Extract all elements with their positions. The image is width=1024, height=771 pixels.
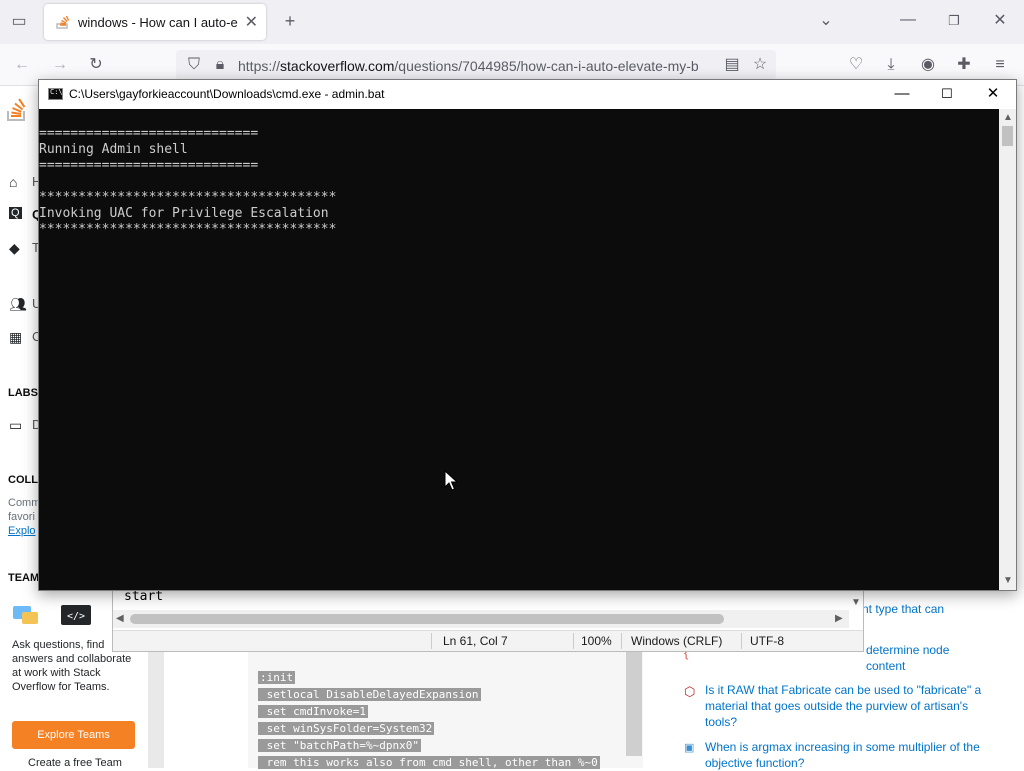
mouse-cursor-icon [444, 470, 458, 491]
code-line: :init [258, 671, 296, 684]
account-icon[interactable]: ◉ [918, 57, 938, 73]
close-tab-icon[interactable]: ✕ [245, 12, 258, 32]
code-line: set cmdInvoke=1 [258, 705, 368, 718]
create-team-link[interactable]: Create a free Team [28, 757, 122, 769]
cursor-position: Ln 61, Col 7 [443, 634, 508, 648]
cmd-scroll-thumb[interactable] [1002, 126, 1013, 146]
console-line: ============================ [39, 158, 259, 173]
pocket-icon[interactable]: ♡ [846, 57, 866, 73]
line-ending: Windows (CRLF) [631, 634, 723, 648]
code-scrollbar[interactable] [626, 652, 642, 756]
console-line: Running Admin shell [39, 142, 188, 157]
forward-icon[interactable]: → [50, 57, 70, 73]
scroll-right-icon[interactable]: ▶ [835, 613, 843, 624]
hot-question-link[interactable]: nt type that can [862, 601, 982, 617]
cmd-maximize-icon[interactable]: ☐ [924, 83, 970, 105]
lock-icon[interactable]: 🔒︎ [210, 57, 230, 73]
home-icon[interactable]: ⌂ [9, 174, 17, 190]
url-text[interactable]: https://stackoverflow.com/questions/7044… [238, 58, 708, 74]
sidebar-scrollbar[interactable] [148, 650, 164, 768]
url-domain: stackoverflow.com [280, 58, 395, 74]
code-line: rem this works also from cmd shell, othe… [258, 756, 600, 769]
cmd-app-icon [48, 88, 63, 100]
reload-icon[interactable]: ↻ [86, 57, 106, 73]
collectives-text-2: favori [8, 511, 35, 523]
explore-teams-button[interactable]: Explore Teams [12, 721, 135, 749]
new-tab-icon[interactable]: + [280, 12, 300, 30]
notepad-scroll-thumb[interactable] [130, 614, 724, 624]
cmd-vertical-scrollbar[interactable] [999, 109, 1016, 590]
stackoverflow-logo-icon[interactable] [6, 96, 28, 122]
code-line: setlocal DisableDelayedExpansion [258, 688, 481, 701]
console-line: ============================ [39, 126, 259, 141]
encoding: UTF-8 [750, 634, 784, 648]
scroll-down-icon[interactable]: ▼ [851, 597, 861, 608]
scroll-left-icon[interactable]: ◀ [116, 613, 124, 624]
code-line: set "batchPath=%~dpnx0" [258, 739, 421, 752]
cmd-scroll-down-icon[interactable]: ▼ [1003, 575, 1013, 586]
cmd-close-icon[interactable]: ✕ [970, 83, 1016, 105]
close-icon[interactable]: ✕ [990, 13, 1010, 29]
tab-list-icon[interactable]: ▭ [9, 14, 29, 30]
cmd-scroll-up-icon[interactable]: ▲ [1003, 112, 1013, 123]
cmd-console[interactable] [39, 109, 999, 590]
tab-bar: ▭ windows - How can I auto-eleva ✕ + ⌄ —… [0, 0, 1024, 44]
collectives-text-1: Comm [8, 497, 41, 509]
stackoverflow-favicon-icon [56, 15, 70, 29]
restore-icon[interactable]: ❐ [944, 13, 964, 29]
labs-heading: LABS [8, 387, 38, 399]
console-line: ************************************** [39, 222, 337, 237]
url-scheme: https:// [238, 58, 281, 74]
teams-code-icon: </> [61, 605, 91, 625]
back-icon[interactable]: ← [12, 57, 32, 73]
explore-collectives-link[interactable]: Explo [8, 524, 36, 538]
hot-question-link[interactable]: When is argmax increasing in some multip… [705, 739, 990, 771]
teams-chat-icon [13, 606, 38, 624]
tab-title: windows - How can I auto-eleva [78, 15, 238, 30]
hot-question-link[interactable]: determine node content [866, 642, 986, 674]
cmd-minimize-icon[interactable]: — [879, 83, 925, 105]
teams-heading: TEAM [8, 572, 40, 584]
economics-icon: ▣ [684, 742, 695, 754]
url-bar[interactable]: ⛉ 🔒︎ https://stackoverflow.com/questions… [176, 50, 776, 80]
console-line: Invoking UAC for Privilege Escalation [39, 206, 329, 221]
users-icon[interactable]: 👥︎ [9, 296, 27, 313]
hot-question-link[interactable]: Is it RAW that Fabricate can be used to … [705, 682, 990, 730]
questions-icon[interactable]: Q [9, 207, 22, 219]
menu-icon[interactable]: ≡ [990, 57, 1010, 73]
extensions-icon[interactable]: ✚ [954, 57, 974, 73]
download-icon[interactable]: ⤓ [881, 57, 901, 73]
url-path: /questions/7044985/how-can-i-auto-elevat… [394, 58, 699, 74]
zoom-level: 100% [581, 634, 612, 648]
shield-icon[interactable]: ⛉ [184, 57, 204, 73]
cmd-window-title: C:\Users\gayforkieaccount\Downloads\cmd.… [69, 87, 385, 101]
list-all-tabs-icon[interactable]: ⌄ [816, 13, 836, 29]
discussions-icon[interactable]: ▭ [9, 417, 22, 434]
bookmark-star-icon[interactable]: ☆ [750, 57, 770, 73]
notepad-text[interactable]: start [124, 589, 163, 604]
tag-icon[interactable]: ◆ [9, 240, 20, 257]
notepad-status-bar: Ln 61, Col 7 100% Windows (CRLF) UTF-8 [113, 630, 863, 651]
cmd-title-bar[interactable]: C:\Users\gayforkieaccount\Downloads\cmd.… [39, 80, 1016, 109]
browser-tab[interactable]: windows - How can I auto-eleva ✕ [44, 4, 266, 40]
svg-text:</>: </> [67, 611, 85, 622]
minimize-icon[interactable]: — [898, 12, 918, 28]
code-line: set winSysFolder=System32 [258, 722, 435, 735]
reader-mode-icon[interactable]: ▤ [722, 57, 742, 73]
companies-icon[interactable]: ▦ [9, 329, 22, 346]
rpg-icon: ⬡ [684, 684, 696, 699]
console-line: ************************************** [39, 190, 337, 205]
